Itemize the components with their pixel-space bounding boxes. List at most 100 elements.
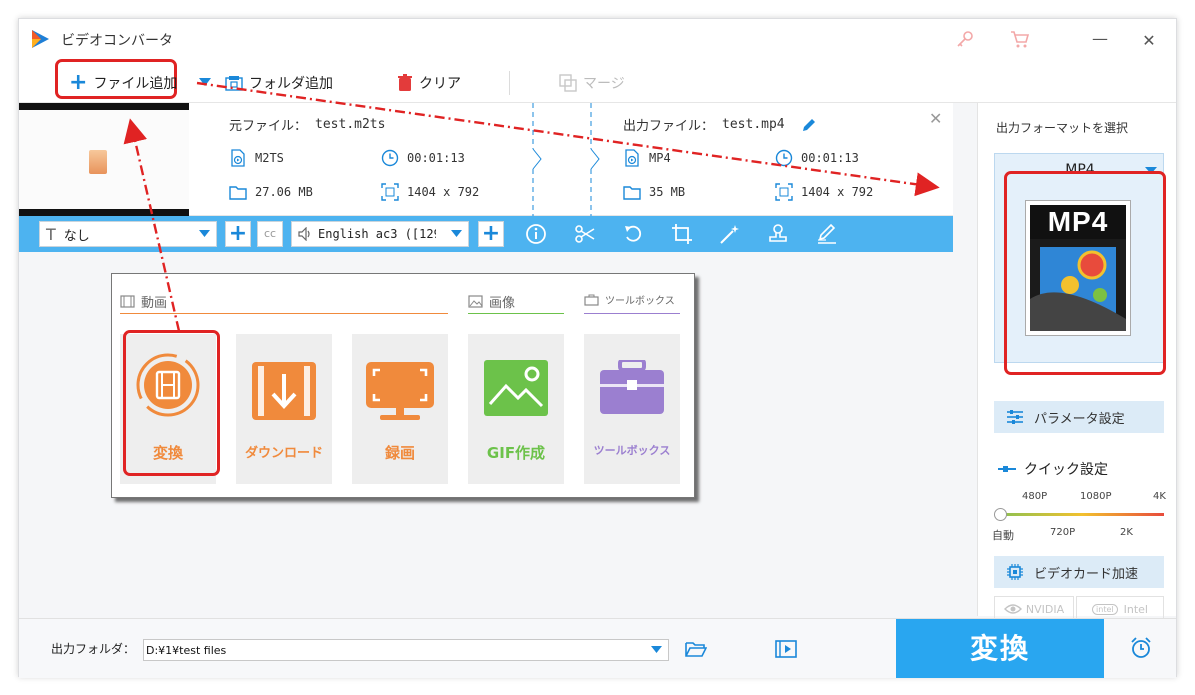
slider-label-480p: 480P	[1022, 491, 1048, 502]
file-item[interactable]: 元ファイル： test.m2ts M2TS 00:01:13 27.06 MB …	[19, 103, 953, 216]
settings-sliders-icon	[1007, 410, 1023, 424]
alarm-clock-icon[interactable]	[1129, 636, 1153, 660]
source-resolution-value: 1404 x 792	[407, 185, 480, 199]
source-file-header: 元ファイル： test.m2ts	[229, 115, 385, 134]
subtitle-select-value: なし	[63, 228, 90, 244]
output-folder-label: 出力フォルダ：	[51, 642, 136, 656]
subtitle-select[interactable]: T なし	[39, 221, 217, 247]
clock-icon	[775, 149, 793, 167]
cc-icon[interactable]: cc	[257, 221, 283, 247]
section-toolbox-line	[584, 313, 680, 314]
title-bar: ビデオコンバータ — ✕	[19, 19, 1176, 61]
film-folder-icon	[225, 76, 243, 91]
add-folder-button[interactable]: フォルダ追加	[225, 71, 333, 95]
output-folder-select[interactable]: D:¥1¥test files	[143, 639, 669, 661]
app-logo-icon	[32, 30, 49, 48]
merge-label: マージ	[583, 76, 625, 92]
gpu-acceleration-label: ビデオカード加速	[1034, 566, 1139, 582]
info-icon[interactable]	[525, 223, 547, 245]
rotate-icon[interactable]	[622, 223, 644, 245]
source-file-name: test.m2ts	[315, 117, 386, 132]
output-format-panel: 出力フォーマットを選択 MP4 MP4 パラメータ設定 クイック設定 480P …	[977, 103, 1176, 622]
feature-card-record[interactable]: 録画	[352, 334, 448, 484]
feature-card-toolbox[interactable]: ツールボックス	[584, 334, 680, 484]
merge-icon	[559, 74, 577, 92]
quality-slider-thumb[interactable]	[994, 508, 1007, 521]
image-icon	[468, 295, 483, 308]
app-window: ビデオコンバータ — ✕ + ファイル追加 フォルダ追加 クリア マージ 元ファ…	[18, 18, 1177, 678]
nvidia-eye-icon	[1003, 604, 1022, 614]
download-icon	[252, 362, 316, 420]
section-toolbox: ツールボックス	[584, 292, 675, 307]
slider-label-720p: 720P	[1050, 527, 1076, 538]
trash-icon	[398, 74, 412, 91]
output-file-name: test.mp4	[722, 117, 785, 132]
clear-label: クリア	[419, 76, 461, 92]
clear-button[interactable]: クリア	[397, 71, 461, 95]
minimize-button[interactable]: —	[1087, 27, 1113, 51]
thumbnail-image	[89, 150, 107, 174]
slider-label-1080p: 1080P	[1080, 491, 1112, 502]
bottom-bar: 出力フォルダ： D:¥1¥test files 変換	[19, 618, 1176, 678]
open-output-video-icon[interactable]	[775, 639, 797, 659]
feature-label-record: 録画	[384, 444, 415, 462]
gpu-acceleration-button[interactable]: ビデオカード加速	[994, 556, 1164, 588]
output-file-header: 出力ファイル： test.mp4	[623, 115, 817, 134]
output-resolution-value: 1404 x 792	[801, 185, 874, 199]
feature-card-gif[interactable]: GIF作成	[468, 334, 564, 484]
plus-icon: +	[69, 70, 88, 95]
edit-name-icon[interactable]	[801, 117, 817, 133]
quality-slider-track[interactable]	[1000, 513, 1164, 516]
output-size-value: 35 MB	[649, 185, 686, 199]
video-file-icon	[231, 149, 245, 167]
key-icon[interactable]	[955, 29, 975, 49]
intel-logo-icon: intel	[1092, 603, 1118, 615]
section-image: 画像	[468, 292, 515, 311]
close-window-button[interactable]: ✕	[1136, 29, 1162, 53]
nvidia-label: NVIDIA	[1025, 602, 1065, 616]
convert-button[interactable]: 変換	[896, 619, 1104, 678]
cart-icon[interactable]	[1009, 29, 1031, 49]
film-icon	[120, 295, 135, 308]
convert-arrow-separator	[532, 103, 600, 216]
source-duration: 00:01:13	[381, 149, 465, 167]
chevron-down-icon	[651, 646, 662, 653]
app-title: ビデオコンバータ	[61, 33, 173, 49]
slider-label-2k: 2K	[1120, 527, 1133, 538]
output-resolution: 1404 x 792	[775, 183, 873, 201]
parameter-settings-button[interactable]: パラメータ設定	[994, 401, 1164, 433]
add-file-dropdown-icon[interactable]	[199, 78, 211, 87]
close-icon: ✕	[1142, 31, 1156, 50]
watermark-stamp-icon[interactable]	[767, 223, 789, 245]
add-subtitle-button[interactable]: +	[225, 221, 251, 247]
minimize-icon: —	[1092, 29, 1108, 48]
output-size: 35 MB	[623, 183, 685, 201]
section-image-line	[468, 313, 564, 314]
crop-icon[interactable]	[671, 223, 693, 245]
speaker-icon	[298, 227, 310, 241]
toolbox-icon	[584, 294, 599, 306]
source-format: M2TS	[229, 149, 284, 167]
text-icon: T	[46, 224, 56, 244]
slider-label-auto: 自動	[992, 529, 1014, 542]
feature-card-download[interactable]: ダウンロード	[236, 334, 332, 484]
resolution-icon	[381, 183, 399, 201]
source-duration-value: 00:01:13	[407, 151, 465, 165]
remove-file-icon[interactable]: ✕	[929, 109, 942, 128]
gif-image-icon	[484, 360, 548, 416]
merge-button[interactable]: マージ	[559, 71, 625, 95]
output-duration: 00:01:13	[775, 149, 859, 167]
open-folder-icon[interactable]	[685, 640, 707, 658]
feature-label-download: ダウンロード	[244, 446, 323, 461]
subtitle-edit-icon[interactable]	[816, 223, 838, 245]
video-thumbnail[interactable]	[19, 103, 189, 216]
output-format: MP4	[623, 149, 671, 167]
scissors-icon[interactable]	[574, 223, 596, 245]
output-duration-value: 00:01:13	[801, 151, 859, 165]
add-file-button[interactable]: + ファイル追加	[69, 71, 177, 95]
screen-record-icon	[366, 362, 434, 420]
add-audio-button[interactable]: +	[478, 221, 504, 247]
audio-track-select[interactable]: English ac3 ([129]	[291, 221, 469, 247]
select-format-label: 出力フォーマットを選択	[996, 121, 1129, 135]
magic-wand-icon[interactable]	[719, 223, 741, 245]
